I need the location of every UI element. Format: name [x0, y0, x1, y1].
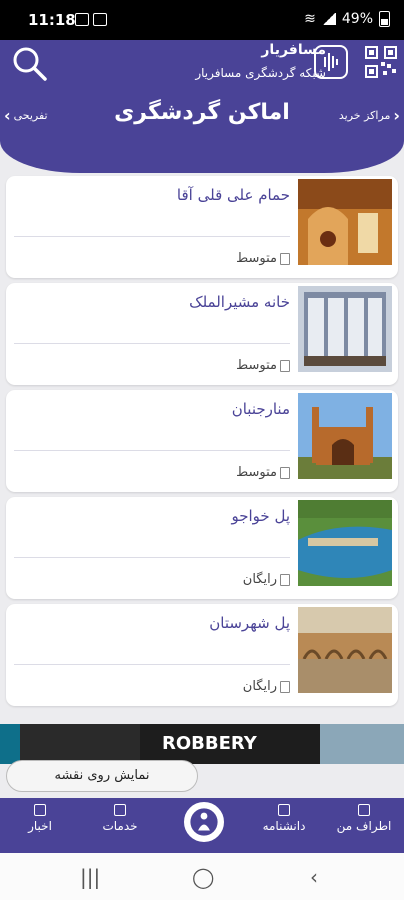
price-label: متوسط [236, 465, 277, 480]
chevron-right-icon: › [393, 106, 400, 125]
places-list: حمام علی قلی آقا متوسط خانه مشیرالملک مت… [6, 176, 398, 711]
nav-services[interactable]: خدمات [88, 804, 152, 833]
nav-news-label: اخبار [28, 819, 52, 833]
book-icon [278, 804, 290, 816]
home-center-button[interactable] [182, 800, 226, 844]
show-on-map-button[interactable]: نمایش روی نقشه [6, 760, 198, 792]
nav-nearby[interactable]: اطراف من [332, 804, 396, 833]
prev-category-link[interactable]: ‹ تفریحی [4, 106, 48, 125]
microphone-wave-icon [324, 53, 338, 71]
chevron-left-icon: ‹ [4, 106, 11, 125]
place-thumbnail [298, 500, 392, 586]
status-bar: 11:18 ≋ 49% [0, 0, 404, 40]
place-thumbnail [298, 607, 392, 693]
search-icon [13, 47, 47, 81]
notification-icons [75, 13, 107, 26]
qr-code-icon [365, 46, 397, 78]
gallery-icon [75, 13, 89, 26]
app-header: مسافریار شبکه گردشگری مسافریار اماکن گرد… [0, 40, 404, 173]
news-icon [34, 804, 46, 816]
back-button[interactable]: ‹ [310, 865, 318, 889]
message-icon [93, 13, 107, 26]
card-divider [14, 343, 290, 344]
system-navigation-bar: ||| ◯ ‹ [0, 853, 404, 900]
services-icon [114, 804, 126, 816]
place-price: متوسط [236, 251, 290, 266]
place-price: رایگان [243, 679, 290, 694]
card-divider [14, 664, 290, 665]
nav-news[interactable]: اخبار [8, 804, 72, 833]
place-thumbnail [298, 286, 392, 372]
battery-icon [379, 11, 390, 27]
price-label: متوسط [236, 251, 277, 266]
place-card[interactable]: پل شهرستان رایگان [6, 604, 398, 706]
brand-subtitle: شبکه گردشگری مسافریار [195, 66, 326, 80]
wifi-icon: ≋ [304, 11, 316, 27]
bottom-navigation: اطراف من دانشنامه خدمات اخبار [0, 798, 404, 853]
nav-encyclopedia-label: دانشنامه [262, 819, 306, 833]
place-thumbnail [298, 393, 392, 479]
voice-search-button[interactable] [314, 45, 348, 79]
nav-nearby-label: اطراف من [336, 819, 392, 833]
place-price: متوسط [236, 358, 290, 373]
ad-banner[interactable]: ROBBERY [0, 724, 404, 764]
price-label: رایگان [242, 679, 277, 694]
place-card[interactable]: پل خواجو رایگان [6, 497, 398, 599]
place-card[interactable]: حمام علی قلی آقا متوسط [6, 176, 398, 278]
price-tag-icon [280, 573, 290, 586]
signal-icon [321, 13, 336, 25]
place-price: متوسط [236, 465, 290, 480]
place-name: خانه مشیرالملک [189, 293, 290, 311]
prev-category-label: تفریحی [13, 109, 48, 122]
card-divider [14, 236, 290, 237]
recent-apps-button[interactable]: ||| [80, 865, 100, 889]
price-tag-icon [280, 680, 290, 693]
card-divider [14, 450, 290, 451]
place-name: حمام علی قلی آقا [176, 186, 290, 204]
card-divider [14, 557, 290, 558]
qr-scan-button[interactable] [364, 45, 398, 79]
place-thumbnail [298, 179, 392, 265]
banner-text: ROBBERY [162, 733, 258, 754]
next-category-link[interactable]: مراکز خرید › [339, 106, 400, 125]
place-card[interactable]: خانه مشیرالملک متوسط [6, 283, 398, 385]
place-card[interactable]: منارجنبان متوسط [6, 390, 398, 492]
location-pin-icon [358, 804, 370, 816]
status-time: 11:18 [28, 11, 76, 29]
nav-encyclopedia[interactable]: دانشنامه [252, 804, 316, 833]
home-button[interactable]: ◯ [192, 865, 214, 889]
price-tag-icon [280, 466, 290, 479]
price-label: متوسط [236, 358, 277, 373]
place-price: رایگان [243, 572, 290, 587]
app-logo-icon [190, 808, 218, 836]
price-tag-icon [280, 359, 290, 372]
place-name: پل شهرستان [209, 614, 290, 632]
nav-services-label: خدمات [102, 819, 138, 833]
next-category-label: مراکز خرید [338, 109, 391, 122]
battery-percent: 49% [341, 11, 373, 27]
price-label: رایگان [242, 572, 277, 587]
price-tag-icon [280, 252, 290, 265]
place-name: پل خواجو [231, 507, 290, 525]
place-name: منارجنبان [231, 400, 290, 418]
search-button[interactable] [10, 44, 50, 84]
